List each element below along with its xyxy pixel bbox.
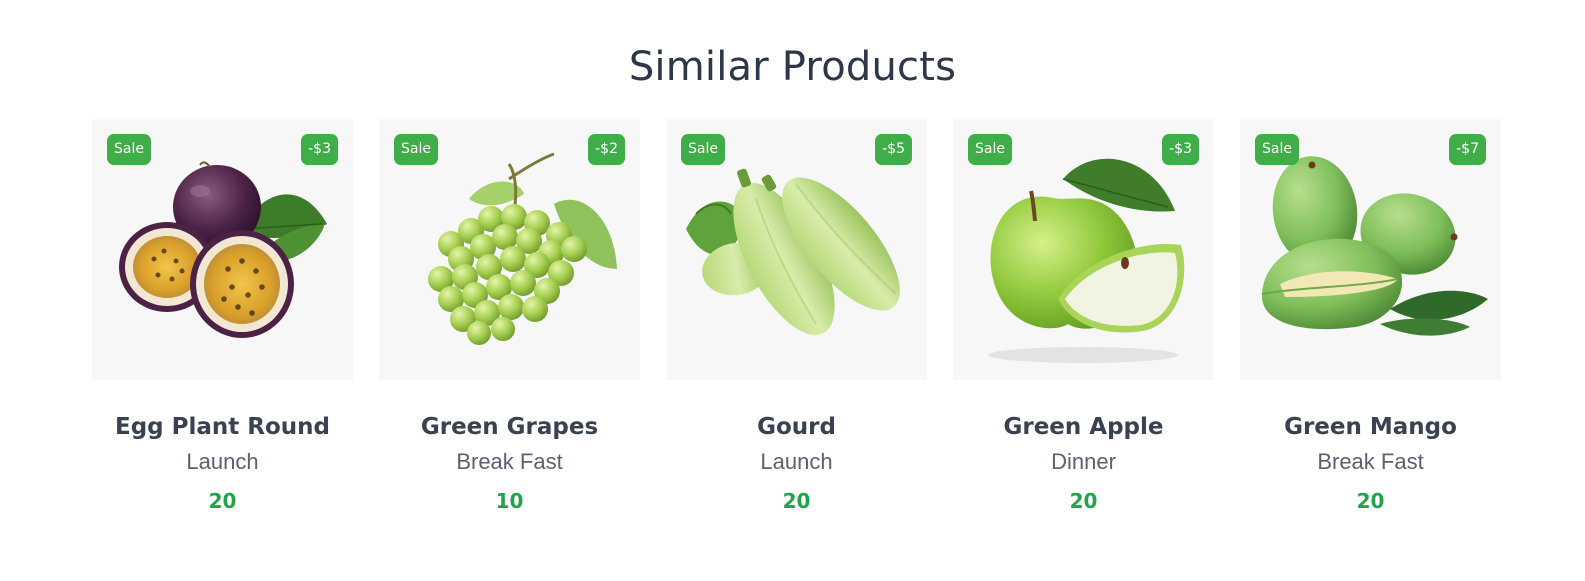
product-card-gourd[interactable]: Sale -$5 Gourd Launch 20 — [666, 119, 927, 514]
sale-badge: Sale — [107, 134, 151, 165]
sale-badge: Sale — [968, 134, 1012, 165]
product-card-green-apple[interactable]: Sale -$3 Green Apple Dinner 20 — [953, 119, 1214, 514]
discount-badge: -$7 — [1449, 134, 1486, 165]
product-price: 20 — [782, 489, 811, 513]
product-category: Break Fast — [1317, 449, 1424, 474]
product-grid: Sale -$3 Egg Plant Round Launch 20 Sale … — [92, 119, 1501, 514]
product-card-green-grapes[interactable]: Sale -$2 Green Grapes Break Fast 10 — [379, 119, 640, 514]
discount-badge: -$5 — [875, 134, 912, 165]
sale-badge: Sale — [1255, 134, 1299, 165]
product-price: 20 — [1069, 489, 1098, 513]
section-title: Similar Products — [628, 44, 957, 90]
product-name[interactable]: Gourd — [666, 412, 927, 442]
product-category: Launch — [760, 449, 833, 474]
product-price: 10 — [495, 489, 524, 513]
product-category: Launch — [186, 449, 259, 474]
product-category: Break Fast — [456, 449, 563, 474]
product-name[interactable]: Green Mango — [1240, 412, 1501, 442]
discount-badge: -$3 — [1162, 134, 1199, 165]
product-image[interactable]: Sale -$2 — [379, 119, 640, 380]
product-card-green-mango[interactable]: Sale -$7 Green Mango Break Fast 20 — [1240, 119, 1501, 514]
product-image[interactable]: Sale -$5 — [666, 119, 927, 380]
product-name[interactable]: Green Grapes — [379, 412, 640, 442]
product-price: 20 — [208, 489, 237, 513]
sale-badge: Sale — [681, 134, 725, 165]
discount-badge: -$3 — [301, 134, 338, 165]
product-name[interactable]: Green Apple — [953, 412, 1214, 442]
product-image[interactable]: Sale -$7 — [1240, 119, 1501, 380]
product-price: 20 — [1356, 489, 1385, 513]
sale-badge: Sale — [394, 134, 438, 165]
product-card-egg-plant-round[interactable]: Sale -$3 Egg Plant Round Launch 20 — [92, 119, 353, 514]
product-image[interactable]: Sale -$3 — [92, 119, 353, 380]
product-category: Dinner — [1051, 449, 1116, 474]
product-image[interactable]: Sale -$3 — [953, 119, 1214, 380]
discount-badge: -$2 — [588, 134, 625, 165]
product-name[interactable]: Egg Plant Round — [92, 412, 353, 442]
